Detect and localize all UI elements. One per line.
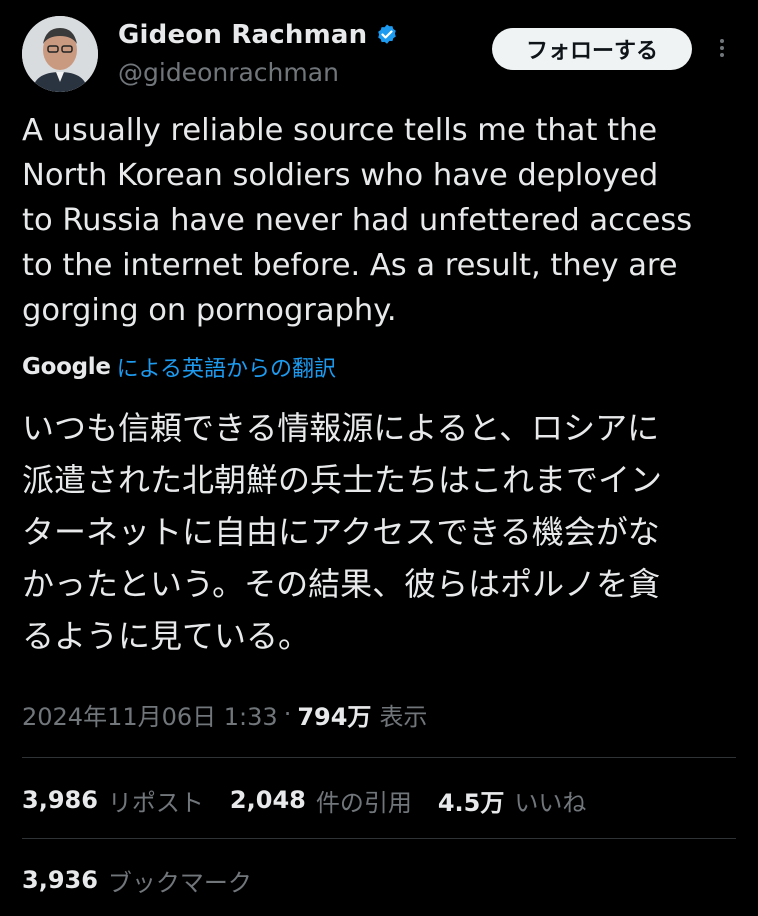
views-label: 表示 xyxy=(379,702,428,731)
bookmarks-label: ブックマーク xyxy=(107,868,252,897)
divider xyxy=(22,838,736,839)
quotes-label: 件の引用 xyxy=(315,788,412,817)
likes-label: いいね xyxy=(514,788,587,817)
author-handle[interactable]: @gideonrachman xyxy=(118,58,399,87)
tweet-meta: 2024年11月06日 1:33 · 794万 表示 xyxy=(22,694,427,734)
divider xyxy=(22,757,736,758)
timestamp[interactable]: 2024年11月06日 1:33 xyxy=(22,697,278,732)
reposts-count: 3,986 xyxy=(22,786,98,814)
reposts-stat[interactable]: 3,986 リポスト xyxy=(22,783,204,818)
avatar-photo xyxy=(22,16,98,92)
author-display-name[interactable]: Gideon Rachman xyxy=(118,20,367,50)
google-logo: Google xyxy=(22,354,111,380)
verified-badge-icon xyxy=(375,23,399,47)
bookmarks-stat[interactable]: 3,936 ブックマーク xyxy=(22,860,278,900)
more-vertical-icon[interactable] xyxy=(714,36,730,62)
reposts-label: リポスト xyxy=(107,788,204,817)
engagement-stats: 3,986 リポスト 2,048 件の引用 4.5万 いいね xyxy=(22,780,612,820)
bookmarks-count: 3,936 xyxy=(22,866,98,894)
likes-count: 4.5万 xyxy=(437,788,505,817)
views-count: 794万 xyxy=(297,702,372,731)
author-names: Gideon Rachman @gideonrachman xyxy=(118,18,399,87)
tweet-text: A usually reliable source tells me that … xyxy=(22,113,693,328)
translated-text: いつも信頼できる情報源によると、ロシアに 派遣された北朝鮮の兵士たちはこれまでイ… xyxy=(22,409,663,655)
quotes-stat[interactable]: 2,048 件の引用 xyxy=(230,783,412,818)
meta-separator: · xyxy=(283,700,292,728)
quotes-count: 2,048 xyxy=(229,786,306,814)
translation-link[interactable]: による英語からの翻訳 xyxy=(117,351,336,383)
translation-attribution: Google による英語からの翻訳 xyxy=(22,350,336,384)
avatar[interactable] xyxy=(22,16,98,92)
likes-stat[interactable]: 4.5万 いいね xyxy=(438,783,587,818)
tweet-header: Gideon Rachman @gideonrachman フォローする xyxy=(22,16,736,92)
follow-button[interactable]: フォローする xyxy=(492,28,692,70)
